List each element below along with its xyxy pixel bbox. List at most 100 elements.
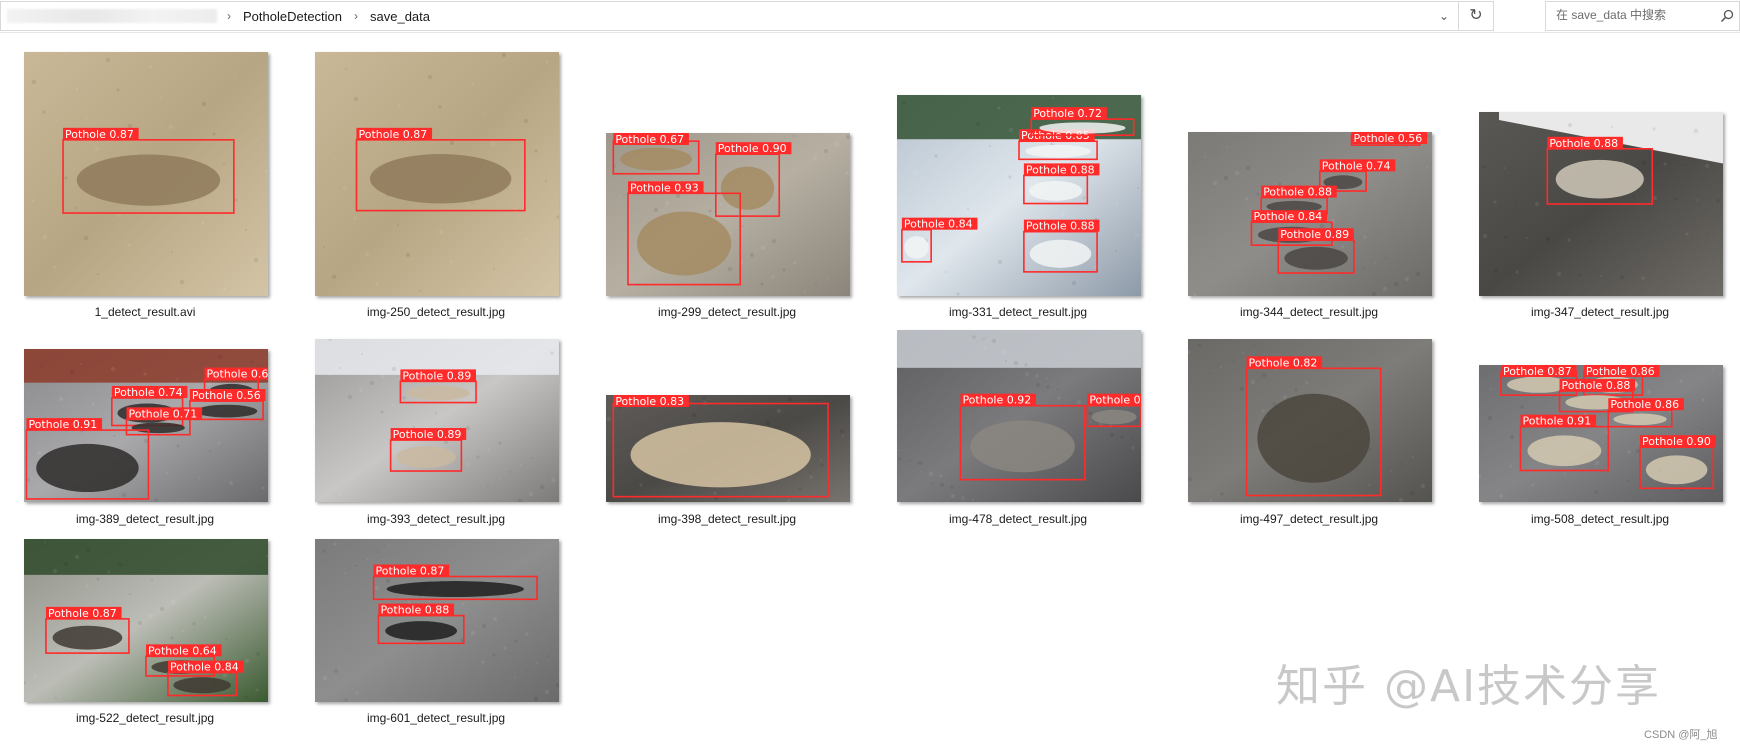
file-name[interactable]: img-497_detect_result.jpg [1164,512,1454,526]
pothole-shape [636,211,732,276]
file-thumbnail[interactable]: Pothole 0.87 Pothole 0.86 Pothole 0.88 Poth… [1479,365,1723,502]
detection-image: Pothole 0.87 [315,52,559,296]
file-name[interactable]: img-344_detect_result.jpg [1164,305,1454,319]
detection-label: Pothole 0.86 [1586,365,1655,378]
file-name[interactable]: img-389_detect_result.jpg [0,512,290,526]
detection-label: Pothole 0.91 [28,418,97,431]
pothole-shape [1527,435,1602,467]
detection-label: Pothole 0.90 [718,142,787,155]
search-box[interactable] [1545,1,1740,31]
file-thumbnail[interactable]: Pothole 0.83 [606,395,850,502]
detection-label: Pothole 0 [1089,394,1140,407]
chevron-right-icon: › [354,9,359,23]
file-thumbnail[interactable]: Pothole 0.84 Pothole 0.88 Pothole 0.88 Poth… [897,95,1141,296]
pothole-shape [406,385,470,401]
file-name[interactable]: img-250_detect_result.jpg [291,305,581,319]
file-name[interactable]: img-299_detect_result.jpg [582,305,872,319]
detection-label: Pothole 0.92 [962,394,1031,407]
detection-label: Pothole 0.87 [65,128,134,141]
pothole-shape [1028,181,1083,201]
detection-image: Pothole 0.89 Pothole 0.89 [315,339,559,502]
detection-label: Pothole 0.67 [615,133,684,146]
detection-label: Pothole 0.74 [1322,159,1391,172]
detection-label: Pothole 0.89 [402,369,471,382]
pothole-shape [1257,393,1371,483]
detection-label: Pothole 0.56 [1353,132,1422,145]
file-thumbnail[interactable]: Pothole 0.89 Pothole 0.89 [315,339,559,502]
detection-label: Pothole 0.83 [615,395,684,408]
blurred-path [7,9,217,23]
pothole-shape [1029,239,1092,268]
file-thumbnail[interactable]: Pothole 0.88 [1479,112,1723,296]
detection-label: Pothole 0.90 [1642,435,1711,448]
search-icon[interactable] [1719,8,1735,24]
pothole-shape [369,153,512,204]
file-name[interactable]: img-347_detect_result.jpg [1455,305,1740,319]
pothole-shape [131,422,185,434]
detection-label: Pothole 0.87 [1503,365,1572,378]
detection-label: Pothole 0.89 [1280,228,1349,241]
detection-label: Pothole 0.93 [630,181,699,194]
file-name[interactable]: 1_detect_result.avi [0,305,290,319]
detection-image: Pothole 0.87 Pothole 0.88 [315,539,559,702]
file-thumbnail[interactable]: Pothole 0.87 Pothole 0.88 [315,539,559,702]
pothole-shape [52,625,123,650]
detection-label: Pothole 0.91 [1522,415,1591,428]
detection-label: Pothole 0.88 [1549,137,1618,150]
detection-image: Pothole 0.82 [1188,339,1432,502]
detection-image: Pothole 0.87 Pothole 0.64 Pothole 0.84 [24,539,268,702]
pothole-shape [720,166,775,210]
detection-image: Pothole 0.67 Pothole 0.90 Pothole 0.93 [606,133,850,296]
detection-label: Pothole 0.84 [904,218,973,231]
file-thumbnail[interactable]: Pothole 0.87 [315,52,559,296]
detection-image: Pothole 0.83 [606,395,850,502]
detection-label: Pothole 0.88 [1562,379,1631,392]
file-thumbnail[interactable]: Pothole 0.87 Pothole 0.64 Pothole 0.84 [24,539,268,702]
pothole-shape [36,443,139,493]
detection-label: Pothole 0.87 [48,607,117,620]
detection-image: Pothole 0.87 Pothole 0.86Pothole 0.88 Poth… [1479,365,1723,502]
detection-image: Pothole 0.92 Pothole 0 [897,330,1141,502]
breadcrumb[interactable]: › PotholeDetection › save_data ⌄ ↻ [0,1,1494,31]
pothole-shape [1555,159,1644,199]
file-thumbnail[interactable]: Pothole 0.92 Pothole 0 [897,330,1141,502]
chevron-right-icon: › [227,9,231,23]
file-thumbnail[interactable]: Pothole 0.87 [24,52,268,296]
detection-label: Pothole 0.64 [148,644,217,657]
chevron-down-icon[interactable]: ⌄ [1435,7,1453,25]
detection-label: Pothole 0.84 [1253,210,1322,223]
file-name[interactable]: img-393_detect_result.jpg [291,512,581,526]
file-thumbnail[interactable]: Pothole 0.56 Pothole 0.74 Pothole 0.88 Poth… [1188,132,1432,296]
detection-label: Pothole 0.88 [1263,186,1332,199]
file-thumbnail[interactable]: Pothole 0.67 Pothole 0.90 Pothole 0.93 [606,133,850,296]
file-name[interactable]: img-522_detect_result.jpg [0,711,290,725]
detection-image: Pothole 0.63 Pothole 0.74 Pothole 0.56 Poth… [24,349,268,502]
pothole-shape [1284,246,1348,270]
breadcrumb-item-save-data[interactable]: save_data [368,9,432,24]
breadcrumb-item-potholedetection[interactable]: PotholeDetection [241,9,344,24]
credit-text: CSDN @阿_旭 [1644,729,1718,741]
detection-label: Pothole 0.88 [380,604,449,617]
file-name[interactable]: img-508_detect_result.jpg [1455,512,1740,526]
file-name[interactable]: img-601_detect_result.jpg [291,711,581,725]
detection-image: Pothole 0.88 [1479,112,1723,296]
detection-image: Pothole 0.84 Pothole 0.88 Pothole 0.88 Poth… [897,95,1141,296]
detection-label: Pothole 0.84 [170,661,239,674]
search-input[interactable] [1554,7,1718,23]
detection-image: Pothole 0.87 [24,52,268,296]
detection-label: Pothole 0.72 [1033,107,1102,120]
detection-label: Pothole 0.87 [358,128,427,141]
pothole-shape [904,236,929,259]
refresh-icon[interactable]: ↻ [1458,2,1493,30]
file-name[interactable]: img-331_detect_result.jpg [873,305,1163,319]
watermark: 知乎 @AI技术分享 [1276,661,1662,712]
pothole-shape [76,154,221,206]
file-name[interactable]: img-398_detect_result.jpg [582,512,872,526]
pothole-shape [173,677,231,694]
file-thumbnail[interactable]: Pothole 0.82 [1188,339,1432,502]
pothole-shape [630,422,811,488]
pothole-shape [396,446,456,468]
file-thumbnail[interactable]: Pothole 0.63 Pothole 0.74 Pothole 0.56 Poth… [24,349,268,502]
pothole-shape [620,147,692,171]
file-name[interactable]: img-478_detect_result.jpg [873,512,1163,526]
